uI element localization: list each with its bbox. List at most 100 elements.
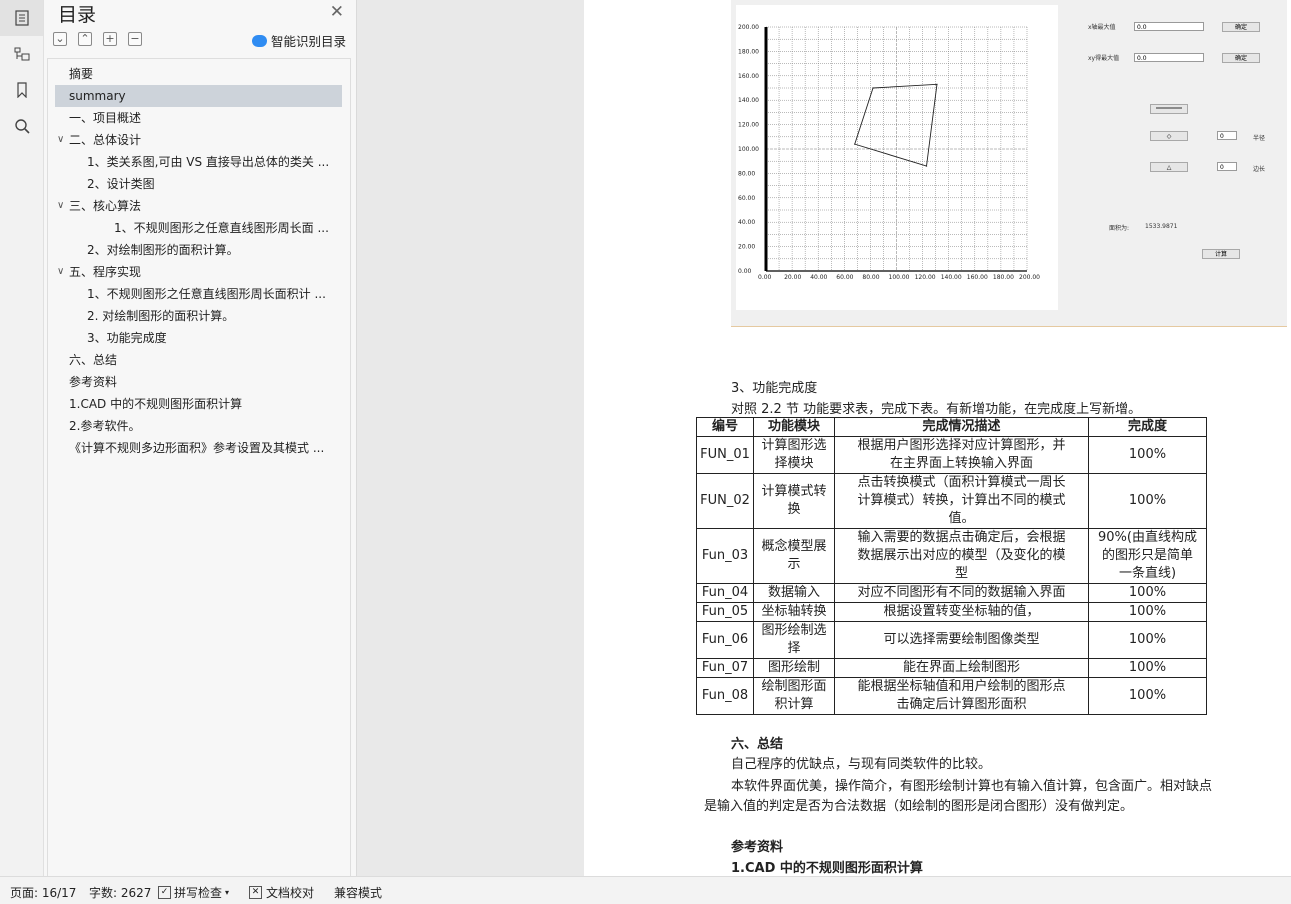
table-cell-desc: 根据用户图形选择对应计算图形，并 在主界面上转换输入界面 [834,436,1089,474]
table-cell-line: 值。 [948,511,975,526]
word-count[interactable]: 字数: 2627 [89,884,151,901]
table-cell-line: 示 [787,557,801,572]
x-tick-label: 80.00 [862,274,879,281]
toc-item[interactable]: 2、设计类图 [55,173,342,195]
x-confirm-button[interactable]: 确定 [1222,22,1260,32]
proofread-button[interactable]: ✕ 文档校对 [249,884,314,901]
toc-item[interactable]: ∨ 三、核心算法 [55,195,342,217]
toc-item[interactable]: 2. 对绘制图形的面积计算。 [55,305,342,327]
table-cell-line: 概念模型展 [761,539,827,554]
polygon-vertex-point [854,143,856,145]
table-cell-id: Fun_08 [696,677,754,715]
toc-item[interactable]: ∨ 二、总体设计 [55,129,342,151]
toc-item[interactable]: 1、不规则图形之任意直线图形周长面积计 ... [55,283,342,305]
page-indicator[interactable]: 页面: 16/17 [10,884,76,901]
proofread-label: 文档校对 [266,886,315,900]
table-cell-line: 100% [1128,604,1167,619]
table-row: Fun_08 绘制图形面 积计算 能根据坐标轴值和用户绘制的图形点 击确定后计算图形面积… [696,677,1207,715]
expand-all-icon[interactable]: ⌃ [78,32,92,46]
status-bar: 页面: 16/17 字数: 2627 ✓ 拼写检查 ▾ ✕ 文档校对 兼容模式 [0,876,1291,904]
table-cell-done: 100% [1088,621,1207,659]
toc-item[interactable]: 2.参考软件。 [55,415,342,437]
toc-item[interactable]: 1、不规则图形之任意直线图形周长面 ... [55,217,342,239]
table-cell-module: 绘制图形面 积计算 [753,677,835,715]
toc-item-label: 二、总体设计 [69,133,142,147]
toc-item-label: 1、类关系图,可由 VS 直接导出总体的类关 ... [87,155,330,169]
toc-panel-icon[interactable] [0,0,43,36]
toc-item[interactable]: summary [55,85,342,107]
chevron-down-icon[interactable]: ∨ [57,129,64,151]
table-cell-line: 能在界面上绘制图形 [902,660,1020,675]
toc-item[interactable]: 摘要 [55,63,342,85]
toc-item-label: 2.参考软件。 [69,419,141,433]
outline-tree-icon[interactable] [0,36,43,72]
x-tick-label: 120.00 [915,274,936,281]
compat-mode[interactable]: 兼容模式 [334,884,382,901]
table-cell-id: Fun_05 [696,602,754,622]
table-cell-line: 计算模式转 [761,484,827,499]
table-cell-line: 换 [787,502,801,517]
bookmark-icon[interactable] [0,72,43,108]
section6-paragraph-2b: 是输入值的判定是否为合法数据（如绘制的图形是闭合图形）没有做判定。 [704,799,1134,814]
table-cell-desc: 能根据坐标轴值和用户绘制的图形点 击确定后计算图形面积 [834,677,1089,715]
y-tick-label: 100.00 [738,146,759,153]
toc-item[interactable]: 《计算不规则多边形面积》参考设置及其模式 ... [55,437,342,459]
smart-toc-icon [251,34,267,47]
smart-toc-label: 智能识别目录 [270,34,346,49]
y-confirm-button[interactable]: 确定 [1222,53,1260,63]
x-axis-max-input[interactable]: 0.0 [1134,22,1204,31]
side-spinner[interactable]: 0 [1217,162,1237,171]
x-tick-label: 60.00 [836,274,853,281]
table-cell-module: 图形绘制选择 [753,621,835,659]
polygon-vertex-point [925,165,928,167]
smart-toc-button[interactable]: 智能识别目录 [251,31,346,50]
table-cell-done: 100% [1088,583,1207,603]
x-tick-label: 0.00 [758,274,772,281]
toc-item[interactable]: 2、对绘制图形的面积计算。 [55,239,342,261]
toc-item-label: 五、程序实现 [69,265,142,279]
toc-item[interactable]: ∨ 五、程序实现 [55,261,342,283]
collapse-all-icon[interactable]: ⌄ [53,32,67,46]
table-cell-id: Fun_04 [696,583,754,603]
toc-item-label: 参考资料 [69,375,118,389]
diamond-shape-button[interactable]: ◇ [1150,131,1188,141]
table-cell-line: 100% [1128,632,1167,647]
table-row: FUN_01 计算图形选 择模块 根据用户图形选择对应计算图形，并 在主界面上转换输入界… [696,436,1207,474]
radius-label: 半径 [1253,135,1266,142]
remove-icon[interactable]: − [128,32,142,46]
references-title: 参考资料 [731,840,784,855]
line-shape-button[interactable] [1150,104,1188,114]
radius-spinner[interactable]: 0 [1217,131,1237,140]
table-cell-line: 100% [1128,688,1167,703]
toc-item[interactable]: 一、项目概述 [55,107,342,129]
triangle-shape-button[interactable]: △ [1150,162,1188,172]
chevron-down-icon: ▾ [225,888,230,897]
search-icon[interactable] [0,108,43,144]
spell-check-label: 拼写检查 [174,886,223,900]
add-icon[interactable]: + [103,32,117,46]
y-tick-label: 180.00 [738,48,759,55]
chevron-down-icon[interactable]: ∨ [57,195,64,217]
table-cell-line: 点击转换模式（面积计算模式一周长 [857,475,1066,490]
close-icon[interactable]: ✕ [330,2,344,22]
table-cell-line: 输入需要的数据点击确定后，会根据 [857,530,1066,545]
toc-item[interactable]: 1、类关系图,可由 VS 直接导出总体的类关 ... [55,151,342,173]
toc-item[interactable]: 3、功能完成度 [55,327,342,349]
toc-item[interactable]: 六、总结 [55,349,342,371]
spell-check-button[interactable]: ✓ 拼写检查 ▾ [158,884,229,901]
toc-item-label: 一、项目概述 [69,111,142,125]
polygon-vertex-point [872,87,874,89]
document-page[interactable]: 0.00 20.00 40.00 60.00 80.00 100.00 120.00 140.… [584,0,1291,876]
y-axis-max-input[interactable]: 0.0 [1134,53,1204,62]
table-cell-line: 数据输入 [767,585,820,600]
toc-item-label: 摘要 [69,67,94,81]
toc-item[interactable]: 1.CAD 中的不规则图形面积计算 [55,393,342,415]
toc-item-label: 六、总结 [69,353,118,367]
table-cell-done: 100% [1088,677,1207,715]
table-header-cell: 完成情况描述 [834,417,1089,437]
calculate-button[interactable]: 计算 [1202,249,1240,259]
chevron-down-icon[interactable]: ∨ [57,261,64,283]
polygon-series-line [854,83,938,167]
table-cell-module: 计算模式转换 [753,473,835,529]
toc-item[interactable]: 参考资料 [55,371,342,393]
